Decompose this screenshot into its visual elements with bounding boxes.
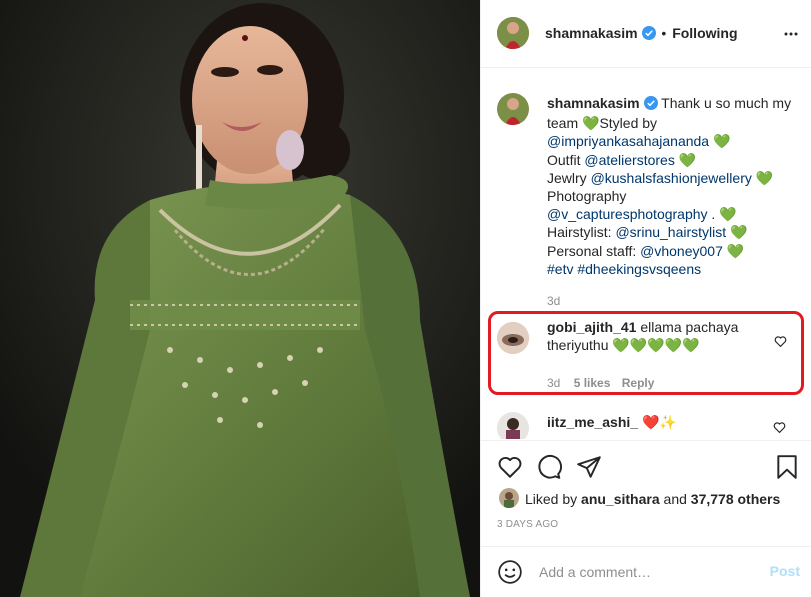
- emoji-smiley-icon[interactable]: [497, 559, 523, 590]
- liked-by-joiner: and: [663, 491, 687, 507]
- caption-text: Styled by: [599, 115, 658, 132]
- caption-text: Jewlry: [547, 169, 591, 186]
- share-send-icon[interactable]: [576, 454, 602, 485]
- caption-line-9: #etv #dheekingsvsqeens: [547, 260, 797, 278]
- green-heart-icon: 💚: [712, 133, 731, 150]
- avatar-image: [497, 412, 529, 439]
- liked-by-user[interactable]: anu_sithara: [581, 491, 660, 507]
- more-options-icon[interactable]: [783, 26, 799, 47]
- green-heart-icon: 💚: [678, 151, 697, 168]
- divider: [481, 440, 811, 441]
- caption-timestamp[interactable]: 3d: [547, 292, 797, 310]
- author-username[interactable]: shamnakasim: [545, 25, 638, 41]
- liker-avatar[interactable]: [499, 488, 519, 508]
- add-comment-bar: Post: [481, 546, 811, 597]
- like-heart-icon[interactable]: [497, 454, 523, 485]
- avatar-image: [499, 488, 519, 508]
- verified-badge-icon: [643, 96, 658, 114]
- post-header: shamnakasim • Following: [481, 0, 811, 68]
- comment-text: ellama pachaya: [640, 319, 739, 335]
- avatar-image: [497, 93, 529, 125]
- green-heart-icon: 💚: [730, 224, 748, 241]
- caption-line-1: shamnakasim Thank u so much my team 💚Sty…: [547, 94, 797, 132]
- green-heart-icon: 💚: [719, 206, 737, 223]
- caption-line-2: @impriyankasahajananda 💚: [547, 132, 797, 150]
- caption-line-3: Outfit @atelierstores 💚: [547, 151, 797, 169]
- commenter-avatar[interactable]: [497, 322, 529, 354]
- post-caption: shamnakasim Thank u so much my team 💚Sty…: [547, 94, 797, 310]
- caption-line-8: Personal staff: @vhoney007 💚: [547, 242, 797, 260]
- avatar-image: [497, 322, 529, 354]
- save-bookmark-icon[interactable]: [775, 454, 799, 485]
- liked-by-others[interactable]: 37,778 others: [691, 491, 781, 507]
- author-avatar[interactable]: [497, 17, 529, 49]
- comment-emoji: ❤️✨: [641, 414, 677, 430]
- comment-item: iitz_me_ashi_ ❤️✨: [481, 405, 811, 439]
- highlighted-comment: gobi_ajith_41 ellama pachaya theriyuthu …: [488, 311, 804, 395]
- add-comment-input[interactable]: [537, 559, 761, 585]
- caption-hashtags[interactable]: #etv #dheekingsvsqeens: [547, 261, 701, 277]
- caption-avatar[interactable]: [497, 93, 529, 125]
- post-side-panel: shamnakasim • Following shamnakasim Than…: [480, 0, 811, 597]
- caption-mention[interactable]: @impriyankasahajananda: [547, 133, 709, 149]
- caption-username[interactable]: shamnakasim: [547, 95, 640, 111]
- liked-by-line: Liked by anu_sithara and 37,778 others: [525, 491, 780, 507]
- follow-separator: •: [661, 25, 667, 41]
- green-heart-icon: 💚: [755, 169, 774, 186]
- comment-username[interactable]: gobi_ajith_41: [547, 319, 636, 335]
- comment-text: theriyuthu: [547, 337, 609, 354]
- comment-bubble-icon[interactable]: [536, 454, 562, 485]
- caption-mention[interactable]: @v_capturesphotography: [547, 206, 708, 222]
- post-date[interactable]: 3 DAYS AGO: [497, 519, 558, 530]
- caption-line-7: Hairstylist: @srinu_hairstylist 💚: [547, 223, 797, 241]
- caption-mention[interactable]: @vhoney007: [640, 243, 723, 259]
- caption-text: Personal staff:: [547, 242, 641, 259]
- comment-username[interactable]: iitz_me_ashi_: [547, 414, 638, 430]
- caption-line-5: Photography: [547, 187, 797, 205]
- caption-mention[interactable]: @kushalsfashionjewellery: [591, 170, 752, 186]
- comment-likes[interactable]: 5 likes: [574, 376, 611, 390]
- green-hearts-emoji: 💚💚💚💚💚: [612, 337, 700, 354]
- caption-text: Outfit: [547, 151, 585, 168]
- green-heart-icon: 💚: [726, 242, 745, 259]
- comment-like-heart-icon[interactable]: [773, 421, 786, 439]
- photo-illustration: [0, 0, 480, 597]
- caption-mention[interactable]: @srinu_hairstylist: [615, 224, 726, 240]
- comment-reply-button[interactable]: Reply: [622, 376, 655, 390]
- avatar-image: [497, 17, 529, 49]
- green-heart-icon: 💚: [582, 115, 600, 132]
- verified-badge-icon: [641, 26, 656, 43]
- caption-text: Photography: [547, 188, 627, 205]
- caption-text: .: [707, 206, 716, 223]
- post-photo[interactable]: [0, 0, 480, 597]
- caption-line-6: @v_capturesphotography . 💚: [547, 205, 797, 223]
- caption-line-4: Jewlry @kushalsfashionjewellery 💚: [547, 169, 797, 187]
- caption-text: Hairstylist:: [547, 224, 616, 241]
- comment-timestamp[interactable]: 3d: [547, 376, 560, 390]
- following-button[interactable]: Following: [672, 25, 737, 41]
- caption-mention[interactable]: @atelierstores: [584, 152, 674, 168]
- liked-by-prefix: Liked by: [525, 491, 578, 507]
- post-comment-button[interactable]: Post: [770, 563, 800, 579]
- commenter-avatar[interactable]: [497, 412, 529, 439]
- comment-like-heart-icon[interactable]: [774, 335, 787, 353]
